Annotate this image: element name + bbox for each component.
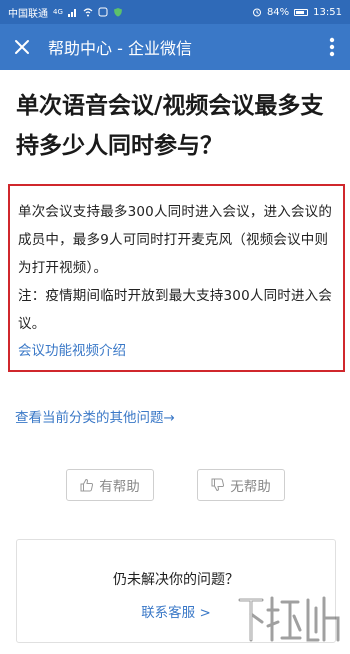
help-question: 仍未解决你的问题？ bbox=[113, 572, 239, 588]
more-options-button[interactable] bbox=[314, 24, 350, 70]
close-icon bbox=[15, 40, 29, 54]
more-vertical-icon bbox=[329, 37, 335, 57]
unhelpful-button[interactable]: 无帮助 bbox=[197, 469, 285, 501]
alarm-icon bbox=[252, 8, 261, 17]
page-header-title: 帮助中心 - 企业微信 bbox=[48, 39, 192, 58]
thumbs-up-icon bbox=[80, 478, 94, 492]
battery-icon bbox=[294, 8, 309, 16]
helpful-label: 有帮助 bbox=[99, 479, 140, 495]
wifi-icon bbox=[83, 8, 93, 17]
answer-text: 单次会议支持最多300人同时进入会议，进入会议的成员中，最多9人可同时打开麦克风… bbox=[18, 204, 333, 332]
battery-percent: 84% bbox=[266, 6, 290, 18]
video-intro-link[interactable]: 会议功能视频介绍 bbox=[18, 338, 335, 364]
shield-icon bbox=[113, 8, 122, 17]
helpful-button[interactable]: 有帮助 bbox=[66, 469, 154, 501]
app-bar: 帮助中心 - 企业微信 bbox=[0, 24, 350, 70]
answer-box: 单次会议支持最多300人同时进入会议，进入会议的成员中，最多9人可同时打开麦克风… bbox=[8, 184, 345, 372]
status-bar: 中国联通 4G 84% 13:51 bbox=[0, 0, 350, 24]
thumbs-down-icon bbox=[211, 478, 225, 492]
status-left: 中国联通 4G bbox=[8, 5, 123, 20]
chat-app-icon bbox=[98, 7, 108, 17]
clock: 13:51 bbox=[313, 6, 342, 18]
close-button[interactable] bbox=[0, 24, 44, 70]
carrier-label: 中国联通 bbox=[8, 8, 48, 20]
article-title: 单次语音会议/视频会议最多支持多少人同时参与？ bbox=[16, 93, 324, 159]
signal-icon bbox=[67, 9, 76, 17]
unhelpful-label: 无帮助 bbox=[230, 479, 271, 495]
more-questions-link[interactable]: 查看当前分类的其他问题→ bbox=[15, 406, 175, 426]
signal-label: 4G bbox=[53, 8, 63, 16]
watermark-logo bbox=[238, 596, 340, 642]
status-right: 84% 13:51 bbox=[252, 7, 342, 18]
